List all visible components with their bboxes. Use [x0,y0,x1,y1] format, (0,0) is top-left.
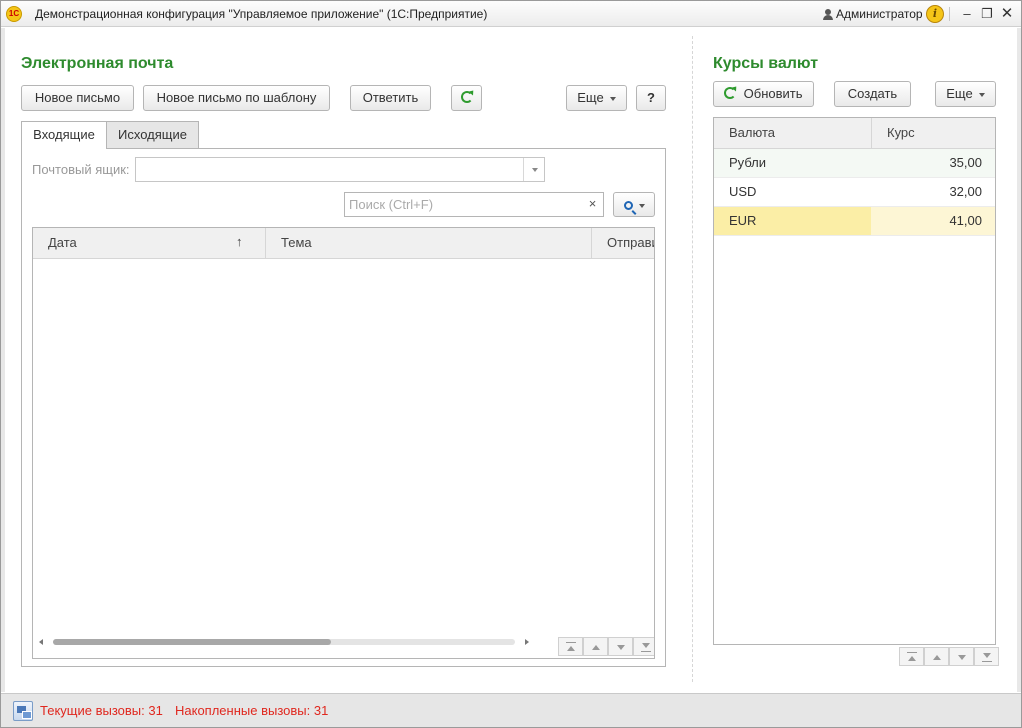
restore-button[interactable]: ❐ [977,4,997,24]
create-rate-button[interactable]: Создать [834,81,911,107]
new-letter-button[interactable]: Новое письмо [21,85,134,111]
page-down-button[interactable] [949,647,974,666]
reply-button[interactable]: Ответить [350,85,431,111]
title-separator [949,7,950,21]
page-up-button[interactable] [924,647,949,666]
mail-more-label: Еще [577,90,604,105]
current-user[interactable]: Администратор [823,7,923,21]
chevron-down-icon [609,96,616,101]
mailbox-label: Почтовый ящик: [32,162,130,177]
window-title: Демонстрационная конфигурация "Управляем… [35,7,488,21]
currency-section-title: Курсы валют [713,55,819,72]
scroll-right-icon[interactable] [525,639,529,645]
scroll-to-top-button[interactable] [899,647,924,666]
refresh-rates-label: Обновить [743,86,803,101]
mailbox-select[interactable] [135,157,545,182]
chevron-down-icon[interactable] [523,158,544,181]
table-row[interactable]: Рубли 35,00 [714,149,995,178]
scroll-to-bottom-button[interactable] [974,647,999,666]
status-bar: Текущие вызовы: 31 Накопленные вызовы: 3… [1,693,1021,727]
performance-monitor-icon[interactable] [13,701,33,721]
currency-cell: EUR [729,213,757,228]
current-calls-counter: Текущие вызовы: 31 [40,703,163,718]
search-options-button[interactable] [613,192,655,217]
refresh-icon [460,91,473,103]
refresh-icon [724,87,737,99]
page-down-button[interactable] [608,637,633,656]
horizontal-scrollbar[interactable] [33,635,533,649]
new-letter-by-template-button[interactable]: Новое письмо по шаблону [143,85,330,111]
refresh-rates-button[interactable]: Обновить [713,81,814,107]
tab-inbox[interactable]: Входящие [21,121,107,149]
refresh-mail-button[interactable] [451,85,482,111]
close-button[interactable]: ✕ [997,4,1017,24]
mail-section-title: Электронная почта [21,55,174,72]
scroll-to-bottom-button[interactable] [633,637,654,656]
currency-more-label: Еще [946,86,973,101]
currency-cell: USD [729,184,757,199]
currency-cell: Рубли [729,155,767,170]
mail-list-table[interactable]: Дата ↑ Тема Отправитель [32,227,655,659]
scroll-left-icon[interactable] [39,639,43,645]
column-header-rate[interactable]: Курс [872,118,995,149]
currency-rates-table[interactable]: Валюта Курс Рубли 35,00 USD 32,00 EUR 41… [713,117,996,645]
table-row-selected[interactable]: EUR 41,00 [714,207,995,236]
chevron-down-icon [638,203,645,208]
column-header-sender[interactable]: Отправитель [592,228,654,259]
currency-more-button[interactable]: Еще [935,81,996,107]
title-bar: 1С Демонстрационная конфигурация "Управл… [1,1,1021,27]
minimize-button[interactable]: – [957,4,977,24]
column-header-subject[interactable]: Тема [266,228,592,259]
user-name: Администратор [836,7,923,21]
info-icon[interactable]: i [926,5,944,23]
app-logo-icon: 1С [6,6,22,22]
chevron-down-icon [978,92,985,97]
search-icon [623,201,633,210]
app-window: 1С Демонстрационная конфигурация "Управл… [0,0,1022,728]
panel-divider [692,36,693,682]
page-up-button[interactable] [583,637,608,656]
mail-table-header: Дата ↑ Тема Отправитель [33,228,654,259]
column-header-currency[interactable]: Валюта [714,118,872,149]
user-icon [823,8,833,20]
sort-ascending-icon: ↑ [236,234,243,249]
rate-cell: 41,00 [949,213,982,228]
accumulated-calls-counter: Накопленные вызовы: 31 [175,703,329,718]
search-input[interactable] [344,192,583,217]
help-button[interactable]: ? [636,85,666,111]
currency-table-header: Валюта Курс [714,118,995,149]
clear-search-button[interactable]: × [582,192,604,217]
scrollbar-thumb[interactable] [53,639,331,645]
table-row[interactable]: USD 32,00 [714,178,995,207]
column-header-date[interactable]: Дата [33,228,266,259]
rate-cell: 35,00 [949,155,982,170]
rate-cell: 32,00 [949,184,982,199]
tab-outbox[interactable]: Исходящие [106,121,199,148]
scroll-to-top-button[interactable] [558,637,583,656]
mail-more-button[interactable]: Еще [566,85,627,111]
